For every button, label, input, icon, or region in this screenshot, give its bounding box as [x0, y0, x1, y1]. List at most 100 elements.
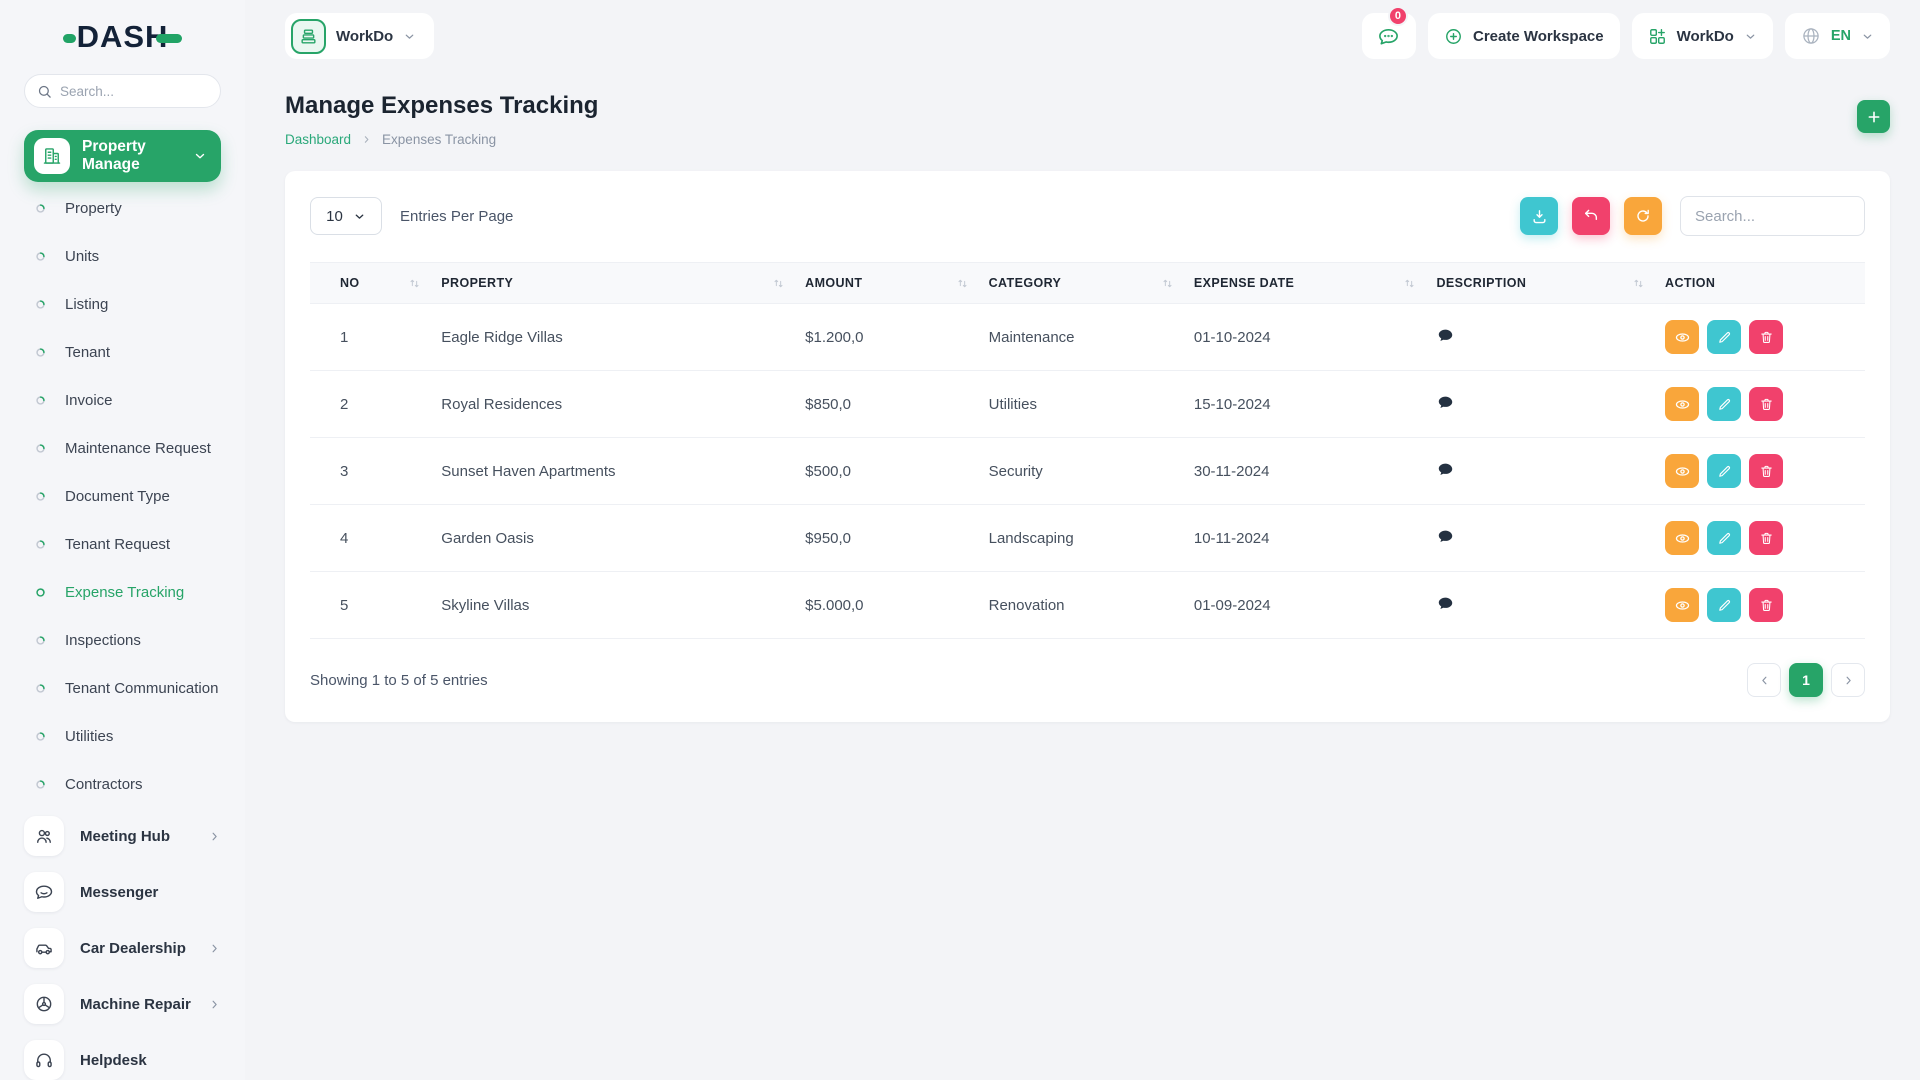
column-header-property[interactable]: PROPERTY: [431, 263, 795, 304]
column-header-no[interactable]: NO: [310, 263, 431, 304]
column-header-amount[interactable]: AMOUNT: [795, 263, 978, 304]
create-workspace-button[interactable]: Create Workspace: [1428, 13, 1620, 59]
bullet-icon: [35, 731, 46, 742]
cell-category: Security: [989, 463, 1043, 480]
app-logo: DASH: [24, 0, 221, 74]
pagination-prev-button[interactable]: [1747, 663, 1781, 697]
sidebar-item-tenant-request[interactable]: Tenant Request: [24, 520, 221, 568]
edit-button[interactable]: [1707, 521, 1741, 555]
chevron-right-icon: [208, 830, 221, 843]
globe-icon: [1801, 26, 1821, 46]
create-workspace-label: Create Workspace: [1473, 28, 1604, 45]
view-button[interactable]: [1665, 588, 1699, 622]
undo-button[interactable]: [1572, 197, 1610, 235]
column-header-action: ACTION: [1655, 263, 1865, 304]
delete-button[interactable]: [1749, 521, 1783, 555]
pagination-page-1-button[interactable]: 1: [1789, 663, 1823, 697]
view-button[interactable]: [1665, 320, 1699, 354]
language-selector[interactable]: EN: [1785, 13, 1890, 59]
description-comment-icon[interactable]: [1436, 527, 1455, 546]
sidebar-module-messenger[interactable]: Messenger: [24, 864, 221, 920]
sidebar-module-car-dealership[interactable]: Car Dealership: [24, 920, 221, 976]
description-comment-icon[interactable]: [1436, 393, 1455, 412]
sidebar-item-tenant-communication[interactable]: Tenant Communication: [24, 664, 221, 712]
table-row: 1 Eagle Ridge Villas $1.200,0 Maintenanc…: [310, 304, 1865, 371]
refresh-button[interactable]: [1624, 197, 1662, 235]
sidebar-search[interactable]: [24, 74, 221, 108]
cell-amount: $500,0: [805, 463, 851, 480]
sidebar-item-tenant[interactable]: Tenant: [24, 328, 221, 376]
entries-per-page-select[interactable]: 10: [310, 197, 382, 235]
logo-accent-dot: [63, 34, 76, 43]
edit-button[interactable]: [1707, 588, 1741, 622]
column-header-expense-date[interactable]: EXPENSE DATE: [1184, 263, 1427, 304]
cell-amount: $5.000,0: [805, 597, 863, 614]
pagination-next-button[interactable]: [1831, 663, 1865, 697]
delete-button[interactable]: [1749, 320, 1783, 354]
view-button[interactable]: [1665, 521, 1699, 555]
sidebar-item-contractors[interactable]: Contractors: [24, 760, 221, 808]
topbar-actions: 0 Create Workspace WorkDo: [1362, 13, 1890, 59]
edit-button[interactable]: [1707, 320, 1741, 354]
users-icon: [24, 816, 64, 856]
eye-icon: [1674, 396, 1691, 413]
eye-icon: [1674, 329, 1691, 346]
column-header-description[interactable]: DESCRIPTION: [1426, 263, 1655, 304]
sidebar-item-invoice[interactable]: Invoice: [24, 376, 221, 424]
sidebar-item-maintenance-request[interactable]: Maintenance Request: [24, 424, 221, 472]
bullet-icon: [35, 347, 46, 358]
table-search-input[interactable]: [1680, 196, 1865, 236]
sidebar-item-property[interactable]: Property: [24, 184, 221, 232]
column-header-category[interactable]: CATEGORY: [979, 263, 1184, 304]
delete-button[interactable]: [1749, 387, 1783, 421]
description-comment-icon[interactable]: [1436, 460, 1455, 479]
delete-button[interactable]: [1749, 588, 1783, 622]
pencil-icon: [1717, 397, 1732, 412]
sidebar-item-label: Listing: [65, 296, 108, 313]
workspace-name: WorkDo: [336, 28, 393, 45]
bullet-icon: [35, 395, 46, 406]
apps-menu-button[interactable]: WorkDo: [1632, 13, 1773, 59]
messages-button[interactable]: 0: [1362, 13, 1416, 59]
view-button[interactable]: [1665, 454, 1699, 488]
add-expense-button[interactable]: [1857, 100, 1890, 133]
cell-expense-date: 01-10-2024: [1194, 329, 1271, 346]
description-comment-icon[interactable]: [1436, 326, 1455, 345]
sidebar-module-label: Messenger: [80, 884, 221, 901]
cell-expense-date: 10-11-2024: [1194, 530, 1270, 547]
description-comment-icon[interactable]: [1436, 594, 1455, 613]
workspace-selector[interactable]: WorkDo: [285, 13, 434, 59]
sidebar-module-helpdesk[interactable]: Helpdesk: [24, 1032, 221, 1080]
sidebar-item-listing[interactable]: Listing: [24, 280, 221, 328]
table-footer: Showing 1 to 5 of 5 entries 1: [310, 663, 1865, 697]
breadcrumb-dashboard-link[interactable]: Dashboard: [285, 132, 351, 147]
sidebar-item-utilities[interactable]: Utilities: [24, 712, 221, 760]
expenses-table: NO PROPERTY AMOUNT CATEGORY EXPENSE DATE…: [310, 262, 1865, 639]
edit-button[interactable]: [1707, 387, 1741, 421]
bullet-icon: [35, 587, 46, 598]
sidebar-group-property-manage[interactable]: Property Manage: [24, 130, 221, 182]
cell-expense-date: 30-11-2024: [1194, 463, 1270, 480]
sidebar-search-input[interactable]: [60, 84, 208, 99]
sidebar-item-units[interactable]: Units: [24, 232, 221, 280]
bullet-icon: [35, 491, 46, 502]
apps-menu-label: WorkDo: [1677, 28, 1734, 45]
delete-button[interactable]: [1749, 454, 1783, 488]
sidebar-item-label: Maintenance Request: [65, 440, 211, 457]
trash-icon: [1759, 598, 1774, 613]
cell-property: Royal Residences: [441, 396, 562, 413]
sidebar-item-document-type[interactable]: Document Type: [24, 472, 221, 520]
headset-icon: [24, 1040, 64, 1080]
cell-property: Sunset Haven Apartments: [441, 463, 615, 480]
chevron-down-icon: [403, 30, 416, 43]
view-button[interactable]: [1665, 387, 1699, 421]
sidebar-item-expense-tracking[interactable]: Expense Tracking: [24, 568, 221, 616]
table-header-row: NO PROPERTY AMOUNT CATEGORY EXPENSE DATE…: [310, 263, 1865, 304]
sidebar-module-meeting-hub[interactable]: Meeting Hub: [24, 808, 221, 864]
export-button[interactable]: [1520, 197, 1558, 235]
sidebar-module-machine-repair[interactable]: Machine Repair: [24, 976, 221, 1032]
sort-icon: [1403, 277, 1416, 290]
cell-property: Garden Oasis: [441, 530, 534, 547]
sidebar-item-inspections[interactable]: Inspections: [24, 616, 221, 664]
edit-button[interactable]: [1707, 454, 1741, 488]
